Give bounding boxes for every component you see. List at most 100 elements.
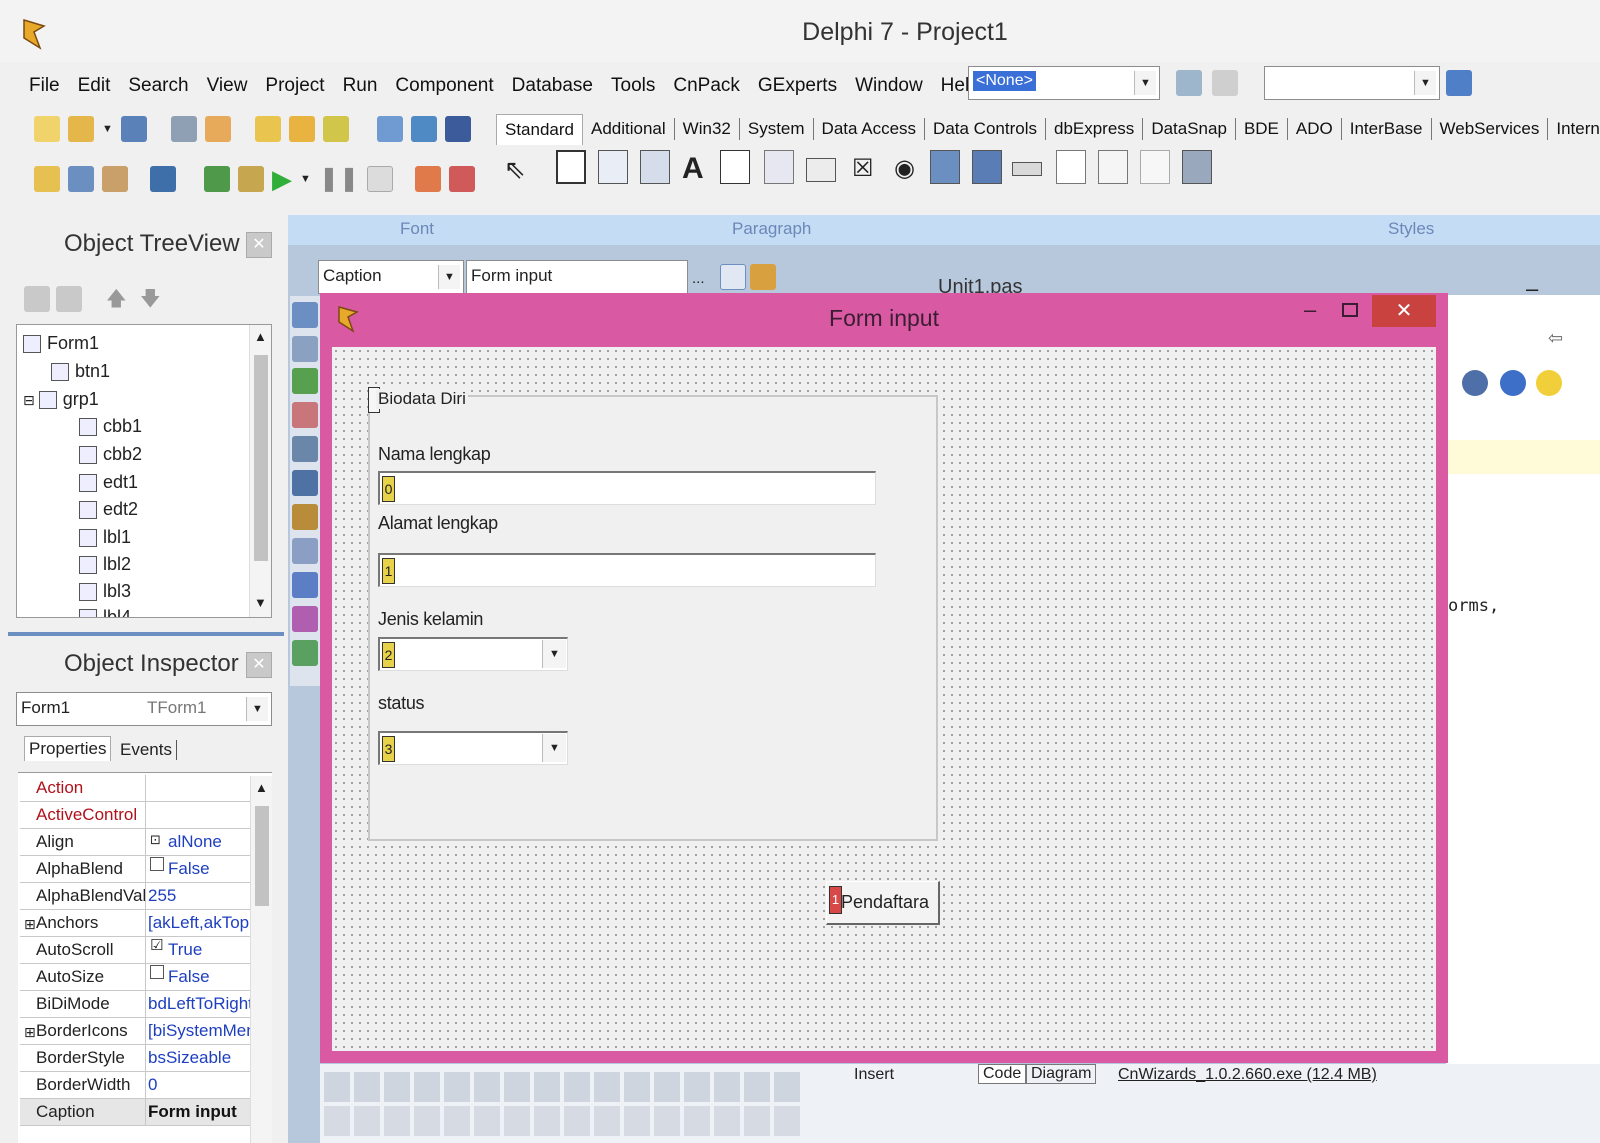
open-icon[interactable]	[68, 116, 94, 142]
stop-icon[interactable]	[367, 165, 394, 192]
tab-properties[interactable]: Properties	[24, 736, 112, 761]
view-unit-icon[interactable]	[34, 165, 60, 192]
chevron-down-icon[interactable]: ▼	[1134, 71, 1156, 95]
tab-diagram[interactable]: Diagram	[1026, 1064, 1097, 1084]
property-row[interactable]: Caption Form input	[20, 1099, 250, 1126]
new-icon[interactable]	[34, 116, 60, 142]
memo-component-icon[interactable]	[764, 150, 794, 184]
tab-internet[interactable]: Intern	[1548, 118, 1600, 140]
edit-component-icon[interactable]	[720, 150, 750, 184]
tree-item-lbl1[interactable]: lbl1	[79, 525, 131, 549]
property-row[interactable]: BiDiMode bdLeftToRight	[20, 991, 250, 1018]
combobox-component-icon[interactable]	[972, 150, 1002, 184]
tree-item-cbb2[interactable]: cbb2	[79, 442, 142, 466]
radiogroup-component-icon[interactable]	[1098, 150, 1128, 184]
chevron-down-icon[interactable]: ▼	[542, 734, 566, 762]
scrollbar-component-icon[interactable]	[1012, 162, 1042, 176]
tree-item-lbl3[interactable]: lbl3	[79, 579, 131, 603]
delete-item-icon[interactable]	[56, 286, 82, 312]
property-row[interactable]: BorderStyle bsSizeable	[20, 1045, 250, 1072]
minimize-icon[interactable]: –	[1526, 276, 1538, 302]
pendaftaran-button[interactable]: 1 Pendaftara	[826, 881, 940, 925]
tab-win32[interactable]: Win32	[675, 118, 740, 140]
property-value[interactable]: [biSystemMen	[148, 1018, 250, 1045]
tree-item-grp1[interactable]: ⊟ grp1	[23, 387, 99, 412]
lightbulb-icon[interactable]	[1536, 370, 1562, 396]
chevron-down-icon[interactable]: ▼	[1414, 71, 1436, 95]
new-item-icon[interactable]	[24, 286, 50, 312]
menu-window[interactable]: Window	[846, 64, 932, 108]
tab-ado[interactable]: ADO	[1288, 118, 1342, 140]
tab-standard[interactable]: Standard	[496, 113, 583, 145]
tree-item-btn1[interactable]: btn1	[51, 359, 110, 383]
arrow-down-icon[interactable]: 🡇	[140, 284, 161, 318]
view-form-icon[interactable]	[68, 165, 94, 192]
checkbox-unchecked-icon[interactable]	[150, 857, 164, 871]
scrollbar-thumb[interactable]	[254, 355, 268, 561]
add-file-icon[interactable]	[254, 116, 281, 142]
collapse-icon[interactable]: ⊟	[23, 392, 35, 408]
tab-data-controls[interactable]: Data Controls	[925, 118, 1046, 140]
palette-tool-icon[interactable]	[292, 436, 318, 462]
property-value[interactable]: 0	[148, 1072, 250, 1099]
tab-webservices[interactable]: WebServices	[1432, 118, 1549, 140]
main-menu-icon[interactable]	[598, 150, 628, 184]
checkbox-checked-icon[interactable]: ☑	[150, 938, 163, 953]
desktop-config-combo[interactable]: <None> ▼	[968, 66, 1160, 100]
tree-item-lbl2[interactable]: lbl2	[79, 552, 131, 576]
tab-dbexpress[interactable]: dbExpress	[1046, 118, 1144, 140]
tree-item-edt2[interactable]: edt2	[79, 497, 138, 521]
actionlist-component-icon[interactable]	[1182, 150, 1212, 184]
tree-item-form1[interactable]: Form1	[23, 331, 99, 355]
menu-tools[interactable]: Tools	[602, 64, 664, 108]
ellipsis-button[interactable]: ...	[692, 270, 705, 287]
status-combo[interactable]: 3 ▼	[378, 731, 568, 765]
save-desktop-icon[interactable]	[1176, 70, 1202, 96]
palette-tool-icon[interactable]	[292, 572, 318, 598]
button-component-icon[interactable]	[806, 158, 836, 182]
menu-view[interactable]: View	[198, 64, 257, 108]
property-row[interactable]: AlphaBlend False	[20, 856, 250, 883]
close-icon[interactable]: ✕	[246, 652, 272, 678]
build-icon[interactable]	[238, 165, 264, 192]
property-value-field[interactable]: Form input	[466, 260, 688, 294]
palette-tool-icon[interactable]	[292, 402, 318, 428]
trace-into-icon[interactable]	[415, 165, 442, 192]
alamat-lengkap-input[interactable]: 1	[378, 553, 876, 587]
inspector-scrollbar[interactable]: ▲	[250, 776, 272, 1143]
menu-database[interactable]: Database	[503, 64, 602, 108]
toggle-form-unit-icon[interactable]	[102, 165, 128, 192]
scrollbar-thumb[interactable]	[255, 806, 269, 906]
property-row[interactable]: Action	[20, 775, 250, 802]
menu-file[interactable]: File	[20, 64, 69, 108]
minimize-icon[interactable]: –	[1304, 297, 1316, 323]
chevron-up-icon[interactable]: ▲	[255, 780, 268, 795]
palette-tool-icon[interactable]	[292, 640, 318, 666]
chevron-down-icon[interactable]: ▼	[254, 595, 267, 610]
help-circle-icon[interactable]	[1500, 370, 1526, 396]
chevron-down-icon[interactable]: ▼	[438, 265, 460, 289]
property-value[interactable]: bdLeftToRight	[148, 991, 250, 1018]
person-icon[interactable]	[720, 264, 746, 290]
step-over-icon[interactable]	[449, 165, 476, 192]
form-client-area[interactable]: Biodata Diri Nama lengkap 0 Alamat lengk…	[332, 347, 1436, 1051]
property-value[interactable]: alNone	[148, 829, 250, 856]
property-row[interactable]: BorderWidth 0	[20, 1072, 250, 1099]
property-value[interactable]: bsSizeable	[148, 1045, 250, 1072]
close-icon[interactable]: ✕	[246, 232, 272, 258]
property-row[interactable]: AlphaBlendValu 255	[20, 883, 250, 910]
property-value[interactable]	[148, 802, 250, 829]
arrow-up-icon[interactable]: 🡅	[106, 284, 127, 318]
property-row[interactable]: AutoSize False	[20, 964, 250, 991]
tab-system[interactable]: System	[740, 118, 814, 140]
set-debug-desktop-icon[interactable]	[1212, 70, 1238, 96]
save-all-icon[interactable]	[170, 116, 197, 142]
chevron-up-icon[interactable]: ▲	[254, 329, 267, 344]
property-row[interactable]: ActiveControl	[20, 802, 250, 829]
component-icon[interactable]	[750, 264, 776, 290]
secondary-combo[interactable]: ▼	[1264, 66, 1440, 100]
property-value[interactable]: 255	[148, 883, 250, 910]
listbox-component-icon[interactable]	[930, 150, 960, 184]
menu-run[interactable]: Run	[334, 64, 387, 108]
tree-item-lbl4[interactable]: lbl4	[79, 605, 131, 617]
